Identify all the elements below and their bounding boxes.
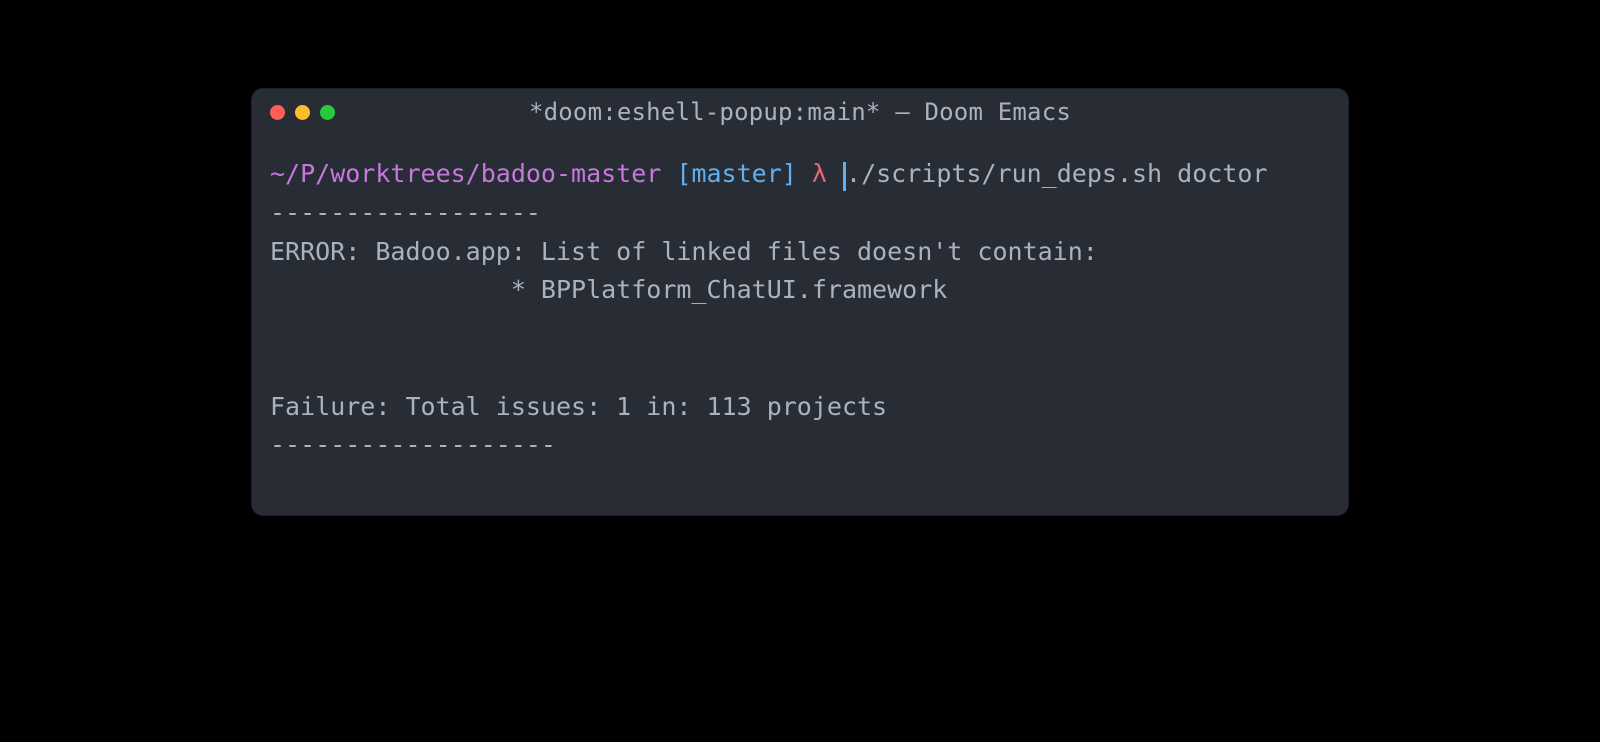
minimize-icon[interactable] [295,105,310,120]
prompt-path: ~/P/worktrees/badoo-master [270,159,661,188]
terminal-body[interactable]: ~/P/worktrees/badoo-master [master] λ ./… [252,135,1348,515]
terminal-window: *doom:eshell-popup:main* – Doom Emacs ~/… [251,88,1349,516]
error-item-line: * BPPlatform_ChatUI.framework [270,275,947,304]
failure-line: Failure: Total issues: 1 in: 113 project… [270,392,887,421]
prompt-branch: [master] [676,159,796,188]
separator-line: ------------------- [270,430,556,459]
command-text: ./scripts/run_deps.sh doctor [846,159,1267,188]
separator-line: ------------------ [270,198,541,227]
cursor-icon [843,162,846,191]
error-line: ERROR: Badoo.app: List of linked files d… [270,237,1098,266]
window-title: *doom:eshell-popup:main* – Doom Emacs [270,98,1330,126]
maximize-icon[interactable] [320,105,335,120]
close-icon[interactable] [270,105,285,120]
prompt-lambda: λ [812,159,827,188]
titlebar: *doom:eshell-popup:main* – Doom Emacs [252,89,1348,135]
traffic-lights [270,105,335,120]
